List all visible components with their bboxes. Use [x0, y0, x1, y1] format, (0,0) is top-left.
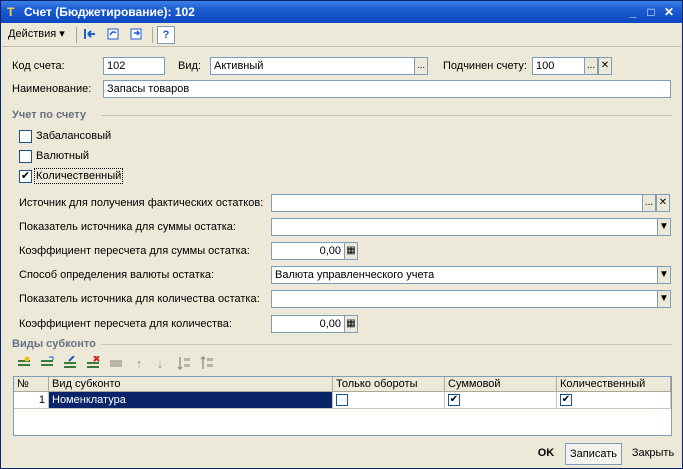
qty-source-dropdown-icon[interactable]: ▼ [657, 290, 671, 308]
toolbar: Действия ▾ ? [2, 23, 681, 47]
actions-menu[interactable]: Действия ▾ [8, 27, 65, 41]
navigate-back-icon[interactable] [81, 26, 99, 44]
delete-row-icon[interactable] [84, 355, 102, 373]
actions-menu-label: Действия [8, 28, 57, 40]
off-balance-checkbox[interactable] [19, 130, 32, 143]
currency-method-dropdown-icon[interactable]: ▼ [657, 266, 671, 284]
type-label: Вид: [178, 60, 201, 72]
column-header-sum[interactable]: Суммовой [445, 377, 557, 392]
source-actual-label: Источник для получения фактических остат… [19, 197, 264, 209]
add-row-icon[interactable] [15, 355, 33, 373]
currency-checkbox[interactable] [19, 150, 32, 163]
type-field[interactable]: Активный [210, 57, 415, 75]
sum-source-label: Показатель источника для суммы остатка: [19, 221, 236, 233]
turnover-only-checkbox[interactable] [336, 394, 348, 406]
code-label: Код счета: [12, 60, 65, 72]
move-up-icon[interactable]: ↑ [130, 355, 148, 373]
sum-coef-field[interactable]: 0,00 [271, 242, 345, 260]
name-label: Наименование: [12, 83, 92, 95]
window-title: Счет (Бюджетирование): 102 [24, 5, 195, 19]
column-header-quantity[interactable]: Количественный [557, 377, 671, 392]
qty-coef-field[interactable]: 0,00 [271, 315, 345, 333]
row-kind-cell[interactable]: Номенклатура [49, 392, 333, 409]
subconto-section-title: Виды субконто [12, 338, 96, 350]
row-quantity-cell[interactable]: ✔ [557, 392, 671, 409]
subconto-table: № Вид субконто Только обороты Суммовой К… [13, 376, 672, 436]
title-bar: T Счет (Бюджетирование): 102 _ □ ✕ [1, 1, 682, 23]
close-icon[interactable]: ✕ [661, 4, 677, 20]
calculator-icon[interactable]: ▦ [344, 315, 358, 333]
row-sum-cell[interactable]: ✔ [445, 392, 557, 409]
maximize-icon[interactable]: □ [643, 4, 659, 20]
sum-coef-label: Коэффициент пересчета для суммы остатка: [19, 245, 250, 257]
currency-label: Валютный [36, 150, 90, 162]
qty-coef-label: Коэффициент пересчета для количества: [19, 318, 232, 330]
section-divider [101, 344, 672, 345]
sum-source-field[interactable] [271, 218, 658, 236]
parent-select-button[interactable]: ... [584, 57, 598, 75]
accounting-section-title: Учет по счету [12, 109, 87, 121]
calculator-icon[interactable]: ▦ [344, 242, 358, 260]
refresh-icon[interactable] [104, 26, 122, 44]
quantity-label: Количественный [33, 168, 124, 184]
row-number: 1 [14, 392, 49, 409]
close-button[interactable]: Закрыть [627, 443, 679, 465]
help-icon[interactable]: ? [157, 26, 175, 44]
end-edit-icon[interactable] [107, 355, 125, 373]
name-field[interactable]: Запасы товаров [103, 80, 671, 98]
account-form-window: T Счет (Бюджетирование): 102 _ □ ✕ Дейст… [0, 0, 683, 469]
column-header-number[interactable]: № [14, 377, 49, 392]
source-actual-select-button[interactable]: ... [642, 194, 656, 212]
column-header-kind[interactable]: Вид субконто [49, 377, 333, 392]
column-header-turnover-only[interactable]: Только обороты [333, 377, 445, 392]
sort-asc-icon[interactable] [175, 355, 193, 373]
quantity-checkbox[interactable]: ✔ [19, 170, 32, 183]
parent-field[interactable]: 100 [532, 57, 585, 75]
sum-source-dropdown-icon[interactable]: ▼ [657, 218, 671, 236]
copy-row-icon[interactable] [38, 355, 56, 373]
quantity-row-checkbox[interactable]: ✔ [560, 394, 572, 406]
currency-method-field[interactable]: Валюта управленческого учета [271, 266, 658, 284]
qty-source-field[interactable] [271, 290, 658, 308]
edit-row-icon[interactable] [61, 355, 79, 373]
code-field[interactable]: 102 [103, 57, 165, 75]
app-icon: T [7, 5, 15, 19]
sort-desc-icon[interactable] [198, 355, 216, 373]
section-divider [101, 115, 672, 116]
minimize-icon[interactable]: _ [625, 4, 641, 20]
move-down-icon[interactable]: ↓ [151, 355, 169, 373]
toolbar-separator [76, 27, 77, 43]
source-actual-clear-button[interactable]: ✕ [656, 194, 670, 212]
save-button[interactable]: Записать [565, 443, 622, 465]
currency-method-label: Способ определения валюты остатка: [19, 269, 215, 281]
go-to-icon[interactable] [127, 26, 145, 44]
qty-source-label: Показатель источника для количества оста… [19, 293, 260, 305]
type-select-button[interactable]: ... [414, 57, 428, 75]
source-actual-field[interactable] [271, 194, 643, 212]
parent-clear-button[interactable]: ✕ [598, 57, 612, 75]
sum-checkbox[interactable]: ✔ [448, 394, 460, 406]
row-turnover-only-cell[interactable] [333, 392, 445, 409]
off-balance-label: Забалансовый [36, 130, 112, 142]
ok-button[interactable]: OK [531, 443, 561, 465]
toolbar-separator [152, 27, 153, 43]
parent-label: Подчинен счету: [443, 60, 527, 72]
